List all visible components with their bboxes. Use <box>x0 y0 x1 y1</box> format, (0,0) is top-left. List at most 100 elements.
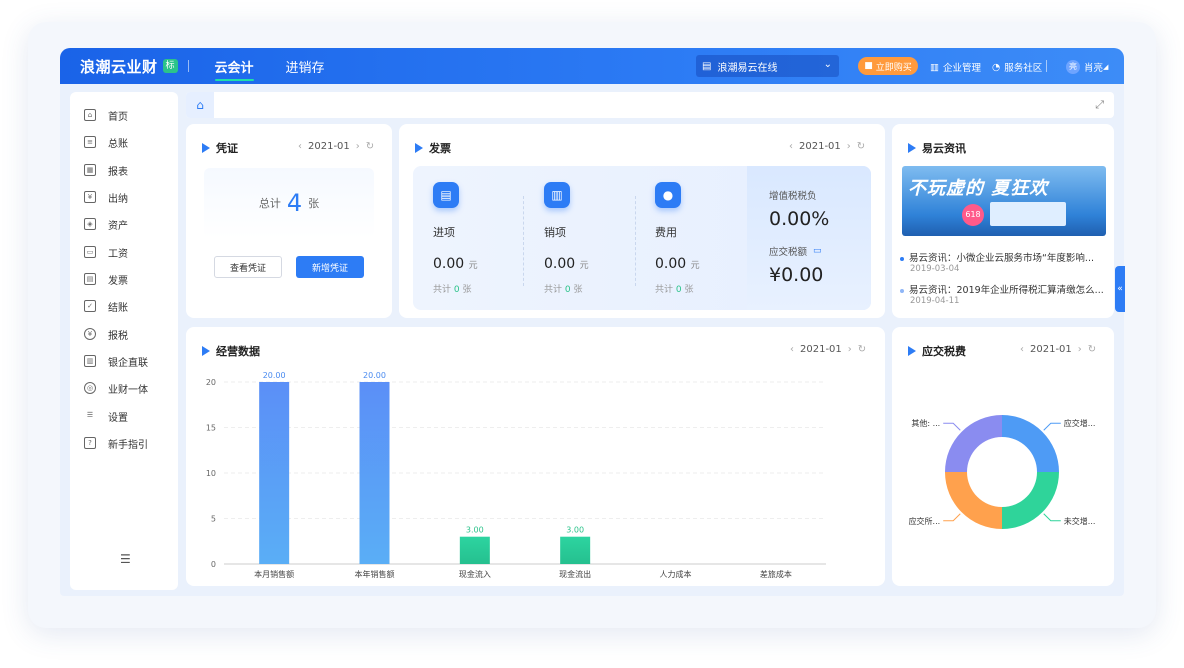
buy-now-button[interactable]: ■ 立即购买 <box>858 57 918 75</box>
sidebar-item-settings[interactable]: ☰ 设置 <box>84 407 128 425</box>
tab-cloud-accounting[interactable]: 云会计 <box>214 57 254 81</box>
voucher-period-value: 2021-01 <box>308 141 350 152</box>
next-period-icon[interactable]: › <box>356 141 360 152</box>
news-item[interactable]: 易云资讯：2019年企业所得税汇算清缴怎么... <box>900 282 1106 296</box>
sidebar-item-ledger[interactable]: ≡ 总账 <box>84 133 128 151</box>
slice-label: 未交增... <box>1064 516 1096 526</box>
news-banner[interactable]: 不玩虚的 夏狂欢 618 <box>902 166 1106 236</box>
sidebar-item-closing[interactable]: ✓ 结账 <box>84 297 128 315</box>
caret-icon: ◢ <box>1103 63 1109 71</box>
guide-icon: ? <box>84 437 96 449</box>
ledger-icon: ≡ <box>84 136 96 148</box>
tab-inventory[interactable]: 进销存 <box>286 57 325 76</box>
enterprise-link[interactable]: ▥ 企业管理 <box>930 60 981 75</box>
fullscreen-icon[interactable]: ⤢ <box>1095 98 1104 112</box>
news-card: 易云资讯 不玩虚的 夏狂欢 618 易云资讯：小微企业云服务市场“年度影响...… <box>892 124 1114 318</box>
y-tick-label: 0 <box>211 560 216 569</box>
x-tick-label: 现金流入 <box>459 569 491 579</box>
news-date: 2019-04-11 <box>910 296 960 306</box>
vat-burden-value: 0.00% <box>769 208 830 230</box>
sidebar-item-assets[interactable]: ◈ 资产 <box>84 215 128 233</box>
currency-unit: 元 <box>690 261 700 271</box>
sidebar-item-label: 发票 <box>108 275 128 287</box>
community-label: 服务社区 <box>1004 63 1043 74</box>
closing-icon: ✓ <box>84 300 96 312</box>
news-item[interactable]: 易云资讯：小微企业云服务市场“年度影响... <box>900 250 1106 264</box>
news-item-text: 易云资讯：2019年企业所得税汇算清缴怎么... <box>909 285 1104 296</box>
prev-period-icon[interactable]: ‹ <box>789 141 793 152</box>
invoice-expense-count-value: 0 <box>675 285 682 295</box>
voucher-title-text: 凭证 <box>216 142 238 155</box>
building-icon: ▤ <box>702 60 712 72</box>
bar <box>459 536 490 564</box>
invoice-expense-amount: 0.00 元 <box>655 256 755 272</box>
currency-unit: 元 <box>579 261 589 271</box>
invoice-input-column[interactable]: ▤ 进项 0.00 元 共计 0 张 <box>433 182 533 295</box>
sidebar-item-tax[interactable]: ¥ 报税 <box>84 325 128 343</box>
invoice-output-column[interactable]: ▥ 销项 0.00 元 共计 0 张 <box>544 182 644 295</box>
business-bar-chart: 0 5 10 15 20 20.00 本月销售额 20.00 本年销售额 3.00 现金流入 3.00… <box>206 371 826 579</box>
currency-unit: 元 <box>468 261 478 271</box>
y-tick-label: 20 <box>206 378 216 387</box>
sidebar-item-cashier[interactable]: ¥ 出纳 <box>84 188 128 206</box>
invoice-expense-amount-value: 0.00 <box>655 256 687 272</box>
invoice-input-count-value: 0 <box>453 285 460 295</box>
expand-panel-icon[interactable]: « <box>1115 266 1125 312</box>
sidebar-item-payroll[interactable]: ▭ 工资 <box>84 243 128 261</box>
cart-icon: ■ <box>864 61 873 71</box>
sidebar-item-reports[interactable]: ▦ 报表 <box>84 161 128 179</box>
sidebar-item-invoice[interactable]: ▤ 发票 <box>84 270 128 288</box>
sidebar-item-label: 结账 <box>108 302 128 314</box>
sidebar: ⌂ 首页 ≡ 总账 ▦ 报表 ¥ 出纳 ◈ 资产 ▭ 工资 ▤ 发票 ✓ 结账 ¥ 报税 ▥ 银企直… <box>70 92 178 590</box>
buy-now-label: 立即购买 <box>875 62 912 73</box>
collapse-menu-icon[interactable]: ☰ <box>120 552 131 566</box>
home-tab-icon[interactable]: ⌂ <box>186 92 214 118</box>
add-voucher-button[interactable]: 新增凭证 <box>296 256 364 278</box>
invoice-output-count: 共计 0 张 <box>544 282 644 295</box>
invoice-input-amount: 0.00 元 <box>433 256 533 272</box>
edition-badge: 标 <box>162 59 178 73</box>
leader-line <box>1043 422 1061 431</box>
sidebar-item-guide[interactable]: ? 新手指引 <box>84 434 148 452</box>
sidebar-item-integration[interactable]: ◎ 业财一体 <box>84 379 148 397</box>
bar-value-label: 20.00 <box>263 371 286 380</box>
news-date: 2019-03-04 <box>910 264 960 274</box>
user-menu[interactable]: 亮 肖亮 ◢ <box>1066 60 1108 74</box>
prev-period-icon[interactable]: ‹ <box>298 141 302 152</box>
refresh-icon[interactable]: ↻ <box>366 141 374 152</box>
tax-donut-chart: 应交增... 未交增... 应交所... 其他: ... <box>909 415 1096 529</box>
chat-icon: ◔ <box>992 61 1001 73</box>
enterprise-label: 企业管理 <box>942 63 981 74</box>
y-tick-label: 5 <box>211 515 216 524</box>
sidebar-item-bank[interactable]: ▥ 银企直联 <box>84 352 148 370</box>
invoice-expense-column[interactable]: ● 费用 0.00 元 共计 0 张 <box>655 182 755 295</box>
community-link[interactable]: ◔ 服务社区 <box>992 60 1043 75</box>
voucher-card: 凭证 ‹ 2021-01 › ↻ 总计 4 张 查看凭证 新增凭证 <box>186 124 392 318</box>
title-marker-icon <box>908 143 916 153</box>
assets-icon: ◈ <box>84 218 96 230</box>
sidebar-item-label: 总账 <box>108 138 128 150</box>
tax-due-value: ¥0.00 <box>769 264 824 286</box>
bullet-icon <box>900 256 904 261</box>
refresh-icon[interactable]: ↻ <box>857 141 865 152</box>
chevron-down-icon: ⌄ <box>823 59 832 70</box>
sidebar-item-label: 新手指引 <box>108 439 148 451</box>
sidebar-item-home[interactable]: ⌂ 首页 <box>84 106 128 124</box>
invoice-input-label: 进项 <box>433 226 455 239</box>
next-period-icon[interactable]: › <box>847 141 851 152</box>
view-voucher-button[interactable]: 查看凭证 <box>214 256 282 278</box>
bar <box>259 382 290 564</box>
tax-due-label: 应交税额 ▭ <box>769 244 822 258</box>
news-title-text: 易云资讯 <box>922 142 966 155</box>
cashier-icon: ¥ <box>84 191 96 203</box>
invoice-output-amount-value: 0.00 <box>544 256 576 272</box>
org-select[interactable]: ▤ 浪潮易云在线 ⌄ <box>696 55 839 77</box>
x-tick-label: 差旅成本 <box>760 569 792 579</box>
divider <box>1046 60 1047 72</box>
banner-headline: 不玩虚的 夏狂欢 <box>908 178 1049 199</box>
x-tick-label: 人力成本 <box>660 569 692 579</box>
enterprise-icon: ▥ <box>930 61 939 73</box>
output-invoice-icon: ▥ <box>544 182 570 208</box>
info-icon[interactable]: ▭ <box>813 246 822 256</box>
invoice-expense-count: 共计 0 张 <box>655 282 755 295</box>
